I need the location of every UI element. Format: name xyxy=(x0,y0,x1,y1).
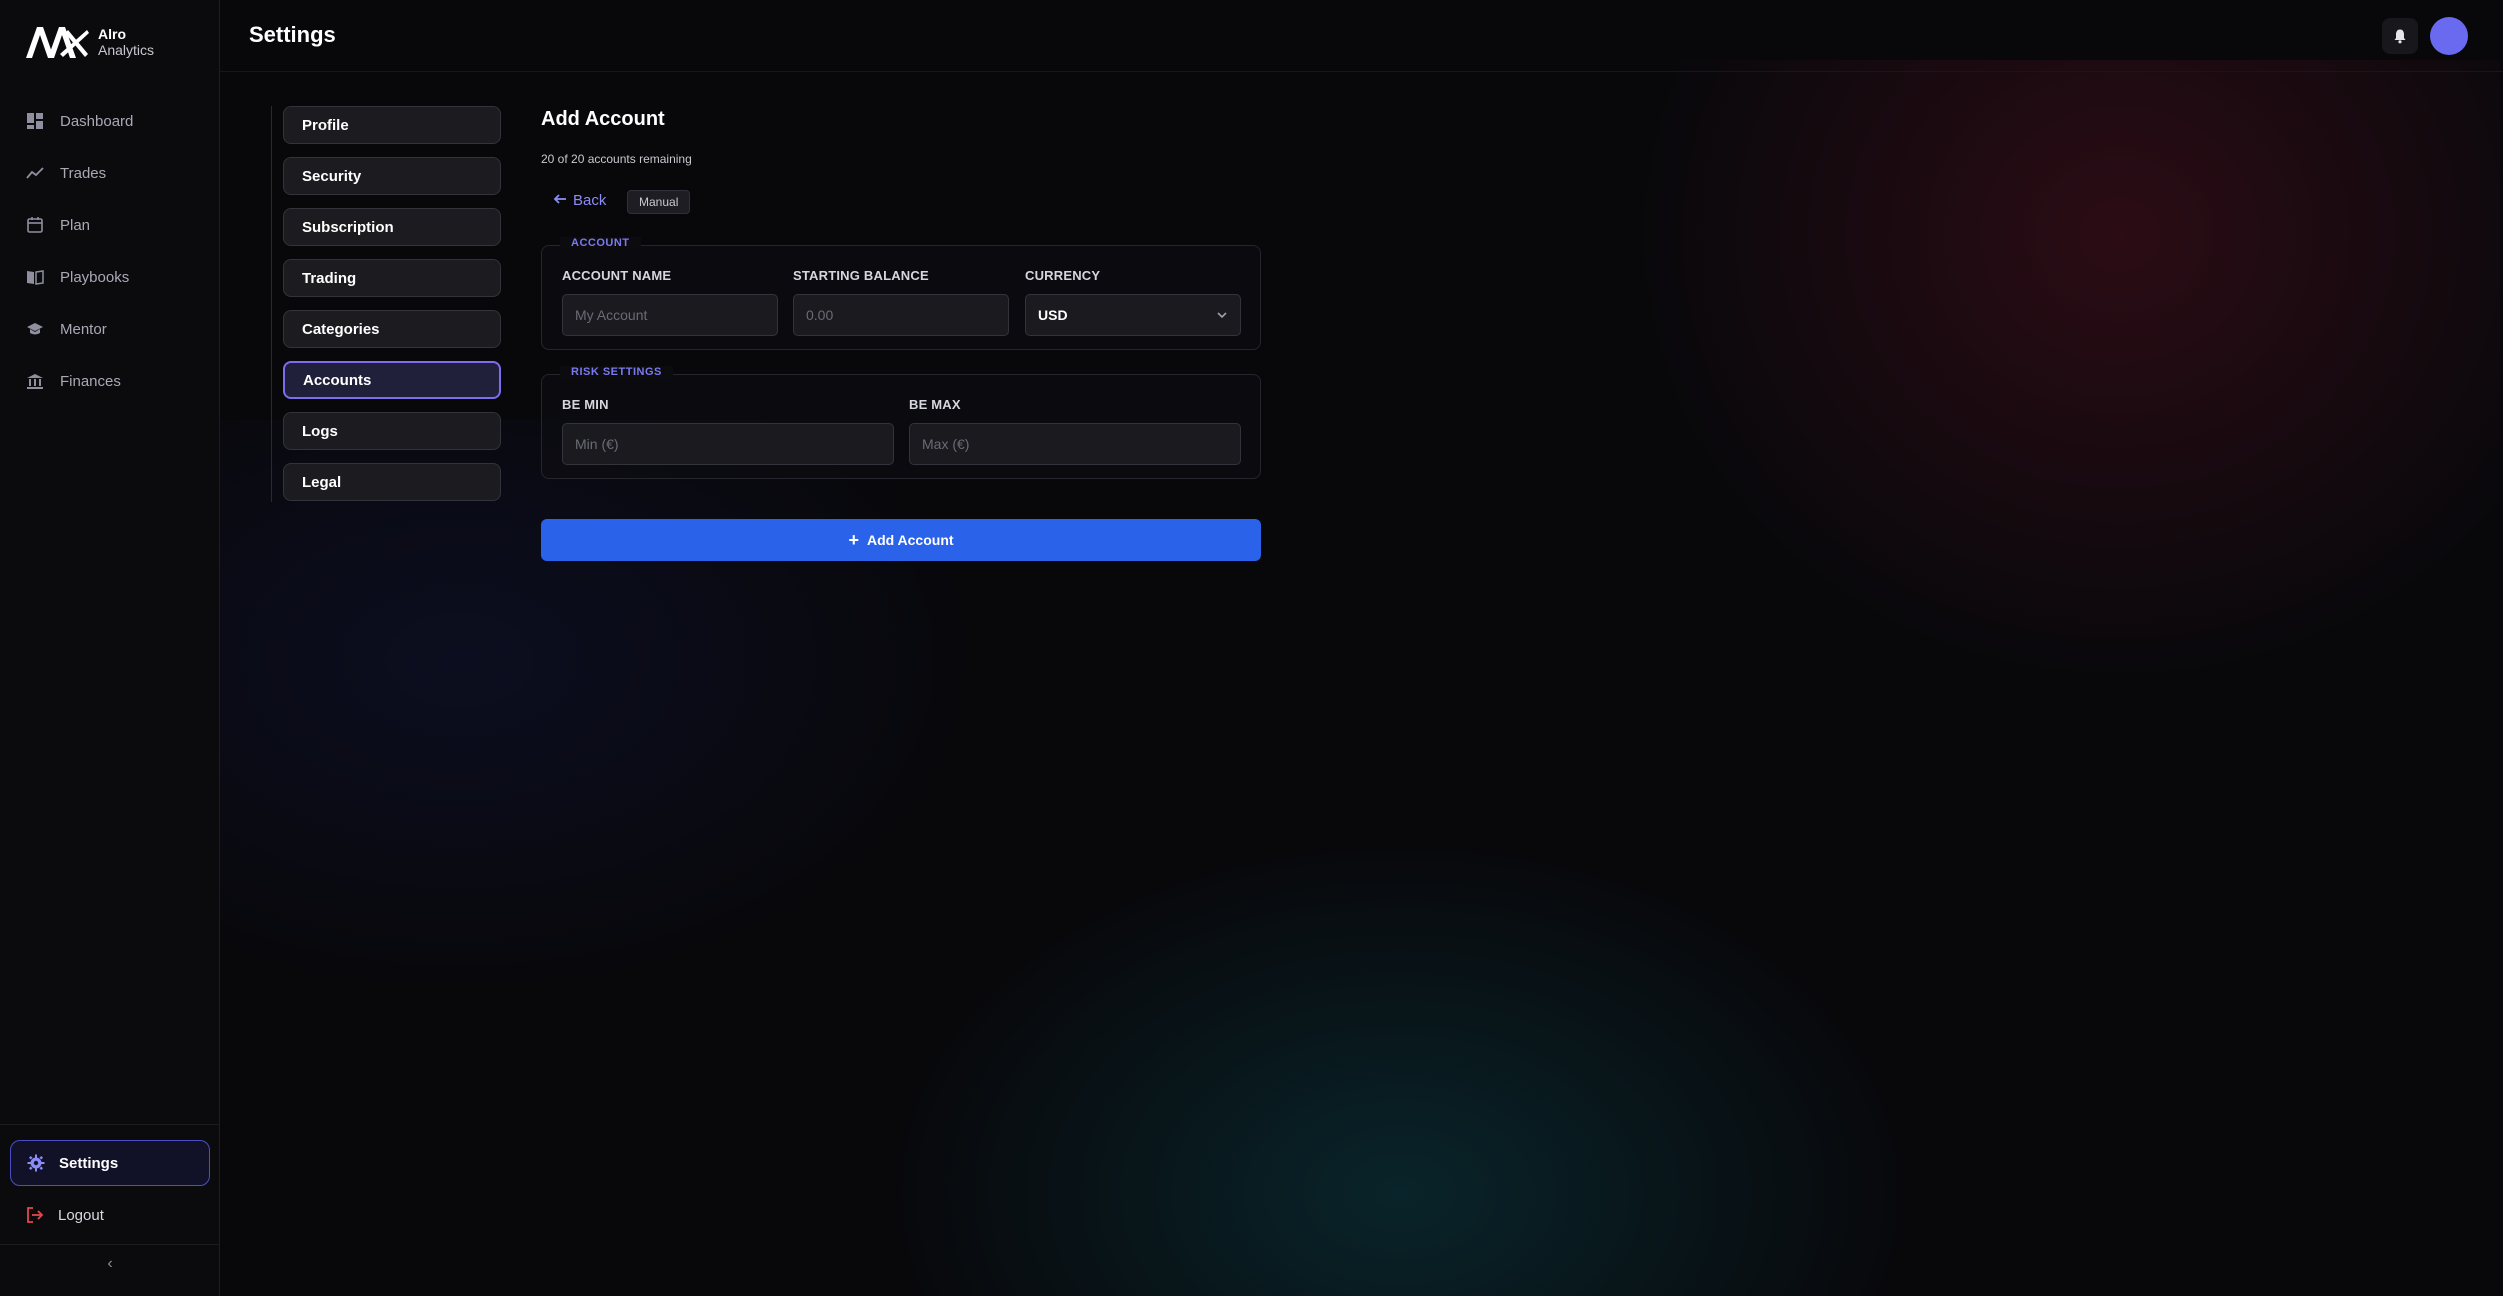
sidebar-item-finances[interactable]: Finances xyxy=(12,358,208,404)
sidebar-item-plan[interactable]: Plan xyxy=(12,202,208,248)
trend-line-icon xyxy=(26,164,44,182)
chevron-down-icon xyxy=(1216,309,1228,321)
background-glow-teal xyxy=(800,780,2000,1296)
background-glow-red xyxy=(1550,60,2500,760)
bell-icon xyxy=(2394,29,2406,44)
risk-settings-legend: RISK SETTINGS xyxy=(560,366,673,378)
starting-balance-input[interactable] xyxy=(793,294,1009,336)
settings-tab-categories[interactable]: Categories xyxy=(283,310,501,348)
collapse-sidebar-button[interactable]: ‹ xyxy=(100,1252,120,1276)
account-name-label: ACCOUNT NAME xyxy=(562,268,672,283)
brand-text: Alro Analytics xyxy=(98,26,154,58)
be-max-input[interactable] xyxy=(909,423,1241,465)
arrow-left-icon xyxy=(553,192,567,209)
sidebar-item-playbooks[interactable]: Playbooks xyxy=(12,254,208,300)
sidebar-divider xyxy=(0,1244,219,1245)
bank-icon xyxy=(26,372,44,390)
starting-balance-label: STARTING BALANCE xyxy=(793,268,929,283)
settings-tab-profile[interactable]: Profile xyxy=(283,106,501,144)
brand-name: Alro xyxy=(98,26,126,42)
settings-tab-accounts[interactable]: Accounts xyxy=(283,361,501,399)
add-account-button[interactable]: + Add Account xyxy=(541,519,1261,561)
sidebar-nav: Dashboard Trades Plan Playbooks Mentor F… xyxy=(12,98,208,410)
plus-icon: + xyxy=(848,530,859,550)
be-min-label: BE MIN xyxy=(562,397,609,412)
sidebar-item-label: Plan xyxy=(60,216,91,234)
settings-menu: Profile Security Subscription Trading Ca… xyxy=(283,106,501,514)
sidebar-item-label: Mentor xyxy=(60,320,107,338)
sidebar-logout-label: Logout xyxy=(58,1206,104,1224)
book-icon xyxy=(26,268,44,286)
top-header: Settings xyxy=(220,0,2503,72)
currency-select[interactable]: USD xyxy=(1025,294,1241,336)
gear-icon xyxy=(27,1154,45,1172)
sidebar-item-label: Dashboard xyxy=(60,112,134,130)
page-title: Settings xyxy=(249,22,336,47)
sidebar-item-settings[interactable]: Settings xyxy=(10,1140,210,1186)
brand-subtitle: Analytics xyxy=(98,42,155,58)
sidebar: Alro Analytics Dashboard Trades Plan Pla… xyxy=(0,0,220,1296)
sidebar-item-label: Playbooks xyxy=(60,268,130,286)
settings-tab-security[interactable]: Security xyxy=(283,157,501,195)
logout-icon xyxy=(26,1206,44,1224)
risk-settings-fieldset: RISK SETTINGS BE MIN BE MAX xyxy=(541,366,1261,479)
be-max-label: BE MAX xyxy=(909,397,961,412)
account-name-input[interactable] xyxy=(562,294,778,336)
back-button[interactable]: Back xyxy=(553,192,606,209)
dashboard-icon xyxy=(26,112,44,130)
account-fieldset: ACCOUNT ACCOUNT NAME STARTING BALANCE CU… xyxy=(541,237,1261,350)
sidebar-item-logout[interactable]: Logout xyxy=(10,1192,210,1238)
add-account-label: Add Account xyxy=(866,532,954,548)
be-min-input[interactable] xyxy=(562,423,894,465)
sidebar-divider xyxy=(0,1124,219,1125)
sidebar-item-mentor[interactable]: Mentor xyxy=(12,306,208,352)
settings-menu-divider xyxy=(271,106,272,502)
currency-label: CURRENCY xyxy=(1025,268,1101,283)
manual-mode-tag[interactable]: Manual xyxy=(627,190,691,214)
calendar-icon xyxy=(26,216,44,234)
sidebar-settings-label: Settings xyxy=(59,1154,119,1172)
brand-logo-link[interactable]: Alro Analytics xyxy=(24,22,154,62)
avatar[interactable] xyxy=(2430,17,2468,55)
sidebar-item-trades[interactable]: Trades xyxy=(12,150,208,196)
sidebar-item-label: Trades xyxy=(60,164,107,182)
settings-tab-trading[interactable]: Trading xyxy=(283,259,501,297)
settings-tab-legal[interactable]: Legal xyxy=(283,463,501,501)
account-legend: ACCOUNT xyxy=(560,237,641,249)
settings-tab-subscription[interactable]: Subscription xyxy=(283,208,501,246)
brand-logo-icon xyxy=(26,27,89,58)
chevron-left-icon: ‹ xyxy=(107,1255,113,1272)
settings-tab-logs[interactable]: Logs xyxy=(283,412,501,450)
accounts-remaining-text: 20 of 20 accounts remaining xyxy=(541,152,692,166)
sidebar-bottom: Settings Logout xyxy=(10,1140,210,1238)
graduation-cap-icon xyxy=(26,320,44,338)
sidebar-item-dashboard[interactable]: Dashboard xyxy=(12,98,208,144)
notifications-button[interactable] xyxy=(2382,18,2418,54)
form-title: Add Account xyxy=(541,108,665,130)
back-label: Back xyxy=(573,192,607,209)
sidebar-item-label: Finances xyxy=(60,372,121,390)
currency-value: USD xyxy=(1038,307,1068,323)
